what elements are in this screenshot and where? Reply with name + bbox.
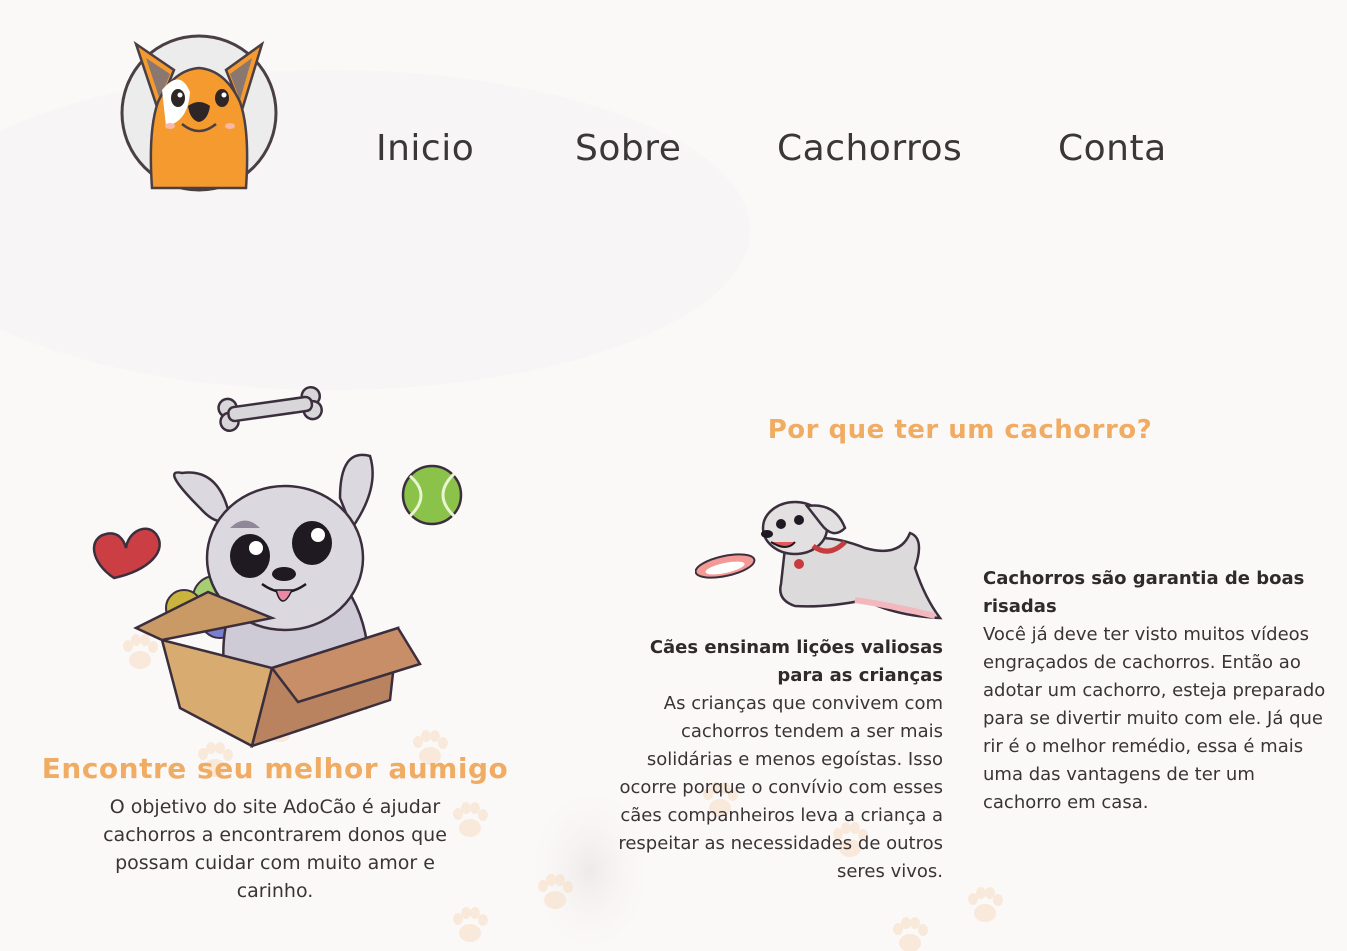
hero-description: O objetivo do site AdoCão é ajudar cacho… — [103, 796, 447, 902]
nav-link-sobre[interactable]: Sobre — [575, 128, 681, 169]
card-title: Cachorros são garantia de boas risadas — [983, 568, 1305, 617]
card-body: As crianças que convivem com cachorros t… — [618, 693, 943, 882]
hero-title: Encontre seu melhor aumigo — [41, 752, 509, 785]
why-section-title: Por que ter um cachorro? — [767, 415, 1153, 445]
card-body: Você já deve ter visto muitos vídeos eng… — [983, 624, 1326, 813]
dog-catching-frisbee-illustration — [695, 500, 943, 620]
main-nav: Inicio Sobre Cachorros Conta — [0, 128, 1347, 188]
why-card-children: Cães ensinam lições valiosas para as cri… — [605, 634, 943, 886]
card-title: Cães ensinam lições valiosas para as cri… — [649, 637, 943, 686]
nav-link-cachorros[interactable]: Cachorros — [777, 128, 962, 169]
why-card-laughter: Cachorros são garantia de boas risadas V… — [983, 565, 1328, 817]
puppy-in-box-illustration — [92, 385, 463, 748]
nav-link-inicio[interactable]: Inicio — [376, 128, 474, 169]
nav-link-conta[interactable]: Conta — [1058, 128, 1167, 169]
